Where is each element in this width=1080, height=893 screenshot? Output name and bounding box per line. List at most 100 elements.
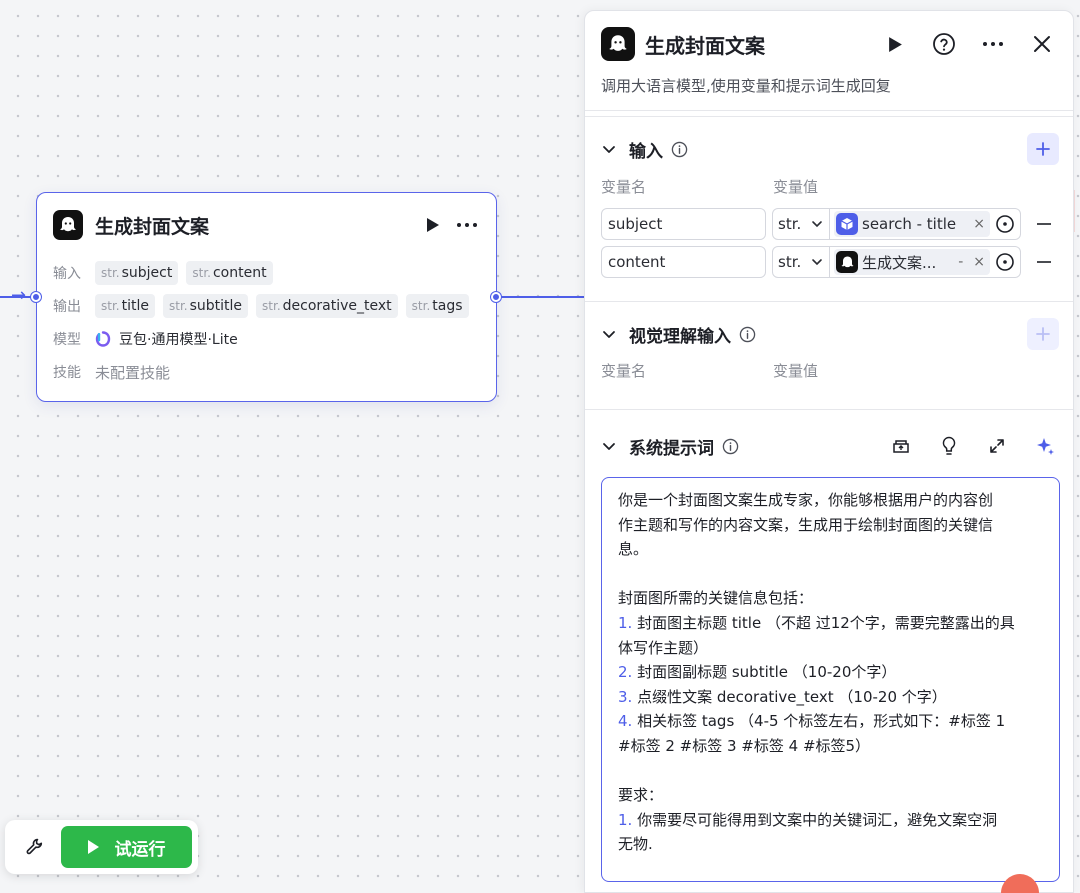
reference-suffix: - — [958, 254, 964, 270]
prompt-section-title: 系统提示词 — [629, 438, 714, 459]
vision-section-header[interactable]: 视觉理解输入 — [601, 318, 1059, 350]
input-section-header[interactable]: 输入 — [601, 133, 1059, 165]
chevron-down-icon[interactable] — [601, 438, 617, 454]
play-icon — [87, 840, 99, 854]
vision-section-title: 视觉理解输入 — [629, 326, 731, 347]
reference-text: search - title — [862, 215, 957, 233]
node-model-label: 模型 — [53, 332, 81, 348]
panel-description: 调用大语言模型,使用变量和提示词生成回复 — [601, 77, 891, 95]
input-section-title: 输入 — [629, 141, 663, 162]
info-icon[interactable] — [739, 326, 756, 343]
panel-edge-decoration — [1074, 190, 1080, 232]
help-icon[interactable] — [929, 29, 959, 59]
prompt-toolbar — [867, 432, 1059, 460]
prompt-line: 2. 封面图副标题 subtitle （10-20个字） — [618, 663, 897, 682]
chevron-down-icon — [812, 221, 823, 228]
node-input-tag: str. content — [186, 261, 273, 285]
clear-reference-icon[interactable]: × — [968, 216, 990, 232]
node-output-tag: str. title — [95, 294, 155, 318]
node-output-port[interactable] — [491, 292, 501, 302]
node-output-tag: str. tags — [405, 294, 469, 318]
target-icon[interactable] — [990, 247, 1020, 277]
test-run-label: 试运行 — [114, 839, 166, 860]
info-icon[interactable] — [722, 438, 739, 455]
chevron-down-icon[interactable] — [601, 141, 617, 157]
target-icon[interactable] — [990, 209, 1020, 239]
node-skills-label: 技能 — [53, 365, 81, 381]
var-value-column-label: 变量值 — [773, 178, 819, 196]
node-inputs-row: 输入 str. subject str. content — [53, 260, 281, 286]
prompt-line: 要求： — [618, 786, 664, 805]
node-inputs-label: 输入 — [53, 266, 81, 282]
more-icon[interactable] — [978, 29, 1008, 59]
clear-reference-icon[interactable]: × — [968, 254, 990, 270]
chevron-down-icon[interactable] — [601, 326, 617, 342]
input-var-row: str. 生成文案... - × — [601, 246, 1061, 278]
ai-sparkle-icon[interactable] — [1031, 432, 1059, 460]
reference-chip[interactable]: search - title × — [834, 211, 990, 237]
var-value-field[interactable]: str. search - title × — [772, 208, 1021, 240]
node-input-port[interactable] — [31, 292, 41, 302]
add-input-button[interactable] — [1027, 133, 1059, 165]
node-skills-row: 技能 未配置技能 — [53, 359, 170, 385]
prompt-library-icon[interactable] — [887, 432, 915, 460]
remove-row-icon[interactable] — [1033, 208, 1055, 240]
system-prompt-editor[interactable]: 你是一个封面图文案生成专家，你能够根据用户的内容创 作主题和写作的内容文案，生成… — [601, 477, 1060, 882]
prompt-line — [618, 759, 1043, 784]
prompt-line: 4. 相关标签 tags （4-5 个标签左右，形式如下：#标签 1 — [618, 712, 1006, 731]
divider — [585, 409, 1073, 410]
ghost-logo-icon — [836, 251, 858, 273]
outgoing-edge — [500, 296, 584, 298]
wrench-icon[interactable] — [17, 829, 53, 865]
chevron-down-icon — [812, 259, 823, 266]
llm-node-card[interactable]: 生成封面文案 输入 str. subject str. content 输出 str… — [36, 192, 497, 402]
prompt-line: 作主题和写作的内容文案，生成用于绘制封面图的关键信 — [618, 515, 994, 534]
ghost-logo-icon — [53, 210, 83, 240]
reference-chip[interactable]: 生成文案... - × — [834, 249, 990, 275]
divider — [585, 116, 1073, 117]
node-input-tag: str. subject — [95, 261, 179, 285]
prompt-line: #标签 2 #标签 3 #标签 4 #标签5） — [618, 736, 871, 755]
lightbulb-icon[interactable] — [935, 432, 963, 460]
expand-icon[interactable] — [983, 432, 1011, 460]
divider — [585, 110, 1073, 111]
info-icon[interactable] — [671, 141, 688, 158]
prompt-line: 1. 封面图主标题 title （不超 过12个字，需要完整露出的具 — [618, 613, 1015, 632]
node-title: 生成封面文案 — [95, 215, 210, 238]
prompt-line: 3. 点缀性文案 decorative_text （10-20 个字） — [618, 687, 947, 706]
node-outputs-label: 输出 — [53, 299, 81, 315]
prompt-line: 1. 你需要尽可能得用到文案中的关键词汇，避免文案空洞 — [618, 810, 998, 829]
close-icon[interactable] — [1027, 29, 1057, 59]
node-output-tag: str. decorative_text — [256, 294, 398, 318]
prompt-line: 体写作主题） — [618, 638, 709, 657]
test-run-button[interactable]: 试运行 — [61, 826, 192, 868]
prompt-line — [618, 562, 1043, 587]
prompt-section-header[interactable]: 系统提示词 — [601, 431, 1059, 461]
type-select[interactable]: str. — [773, 247, 830, 277]
bottom-toolbar: 试运行 — [5, 820, 198, 874]
var-name-input[interactable] — [601, 208, 766, 240]
node-model-row: 模型 豆包·通用模型·Lite — [53, 326, 238, 352]
reference-text: 生成文案... — [862, 253, 937, 272]
add-vision-input-button[interactable] — [1027, 318, 1059, 350]
node-run-icon[interactable] — [422, 214, 444, 236]
remove-row-icon[interactable] — [1033, 246, 1055, 278]
node-more-icon[interactable] — [454, 214, 480, 236]
prompt-line: 息。 — [618, 540, 649, 559]
node-model-name: 豆包·通用模型·Lite — [119, 332, 238, 348]
panel-header: 生成封面文案 — [601, 27, 1057, 61]
node-skills-value: 未配置技能 — [95, 363, 171, 382]
prompt-line: 无物. — [618, 835, 653, 854]
panel-title: 生成封面文案 — [645, 33, 765, 58]
type-select[interactable]: str. — [773, 209, 830, 239]
run-icon[interactable] — [880, 29, 910, 59]
var-name-input[interactable] — [601, 246, 766, 278]
var-value-field[interactable]: str. 生成文案... - × — [772, 246, 1021, 278]
prompt-line: 封面图所需的关键信息包括： — [618, 589, 814, 608]
ghost-logo-icon — [601, 27, 635, 61]
incoming-arrow-icon: → — [11, 285, 27, 306]
node-header: 生成封面文案 — [53, 209, 480, 241]
var-name-column-label: 变量名 — [601, 178, 647, 196]
node-output-tag: str. subtitle — [162, 294, 249, 318]
var-value-column-label: 变量值 — [773, 362, 819, 380]
